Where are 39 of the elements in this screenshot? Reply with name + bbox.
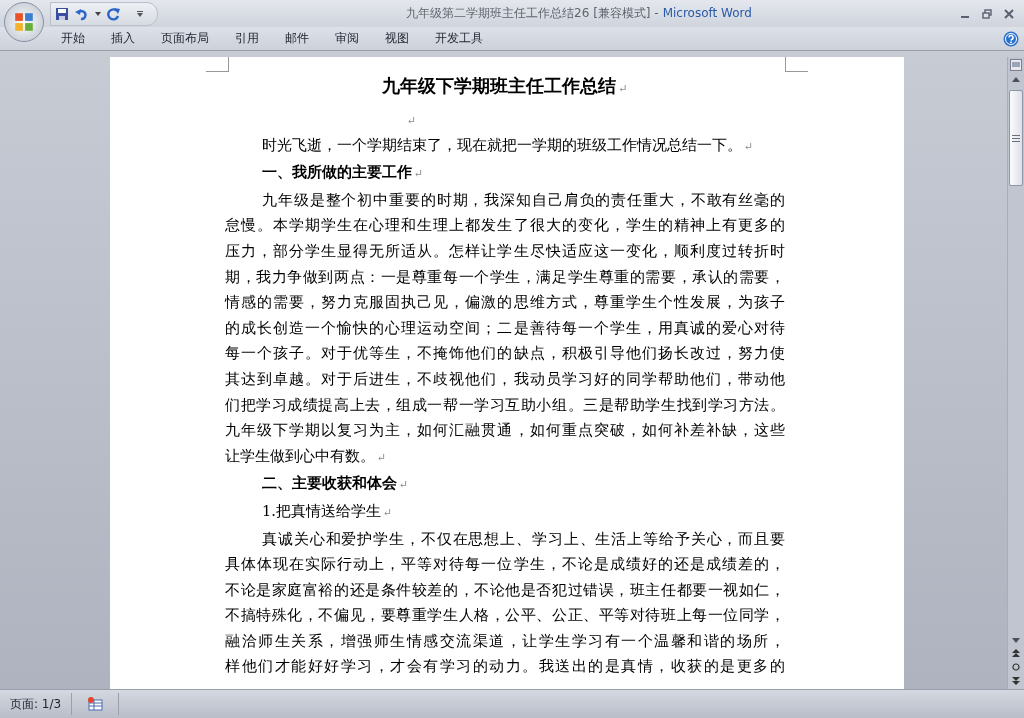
undo-icon[interactable] (75, 6, 89, 21)
ribbon-tab[interactable]: 邮件 (272, 30, 322, 47)
page-count[interactable]: 页面: 1/3 (0, 695, 72, 713)
browse-object-icon[interactable] (1012, 663, 1020, 671)
empty-line: ↵ (406, 112, 418, 129)
paragraph: 1.把真情送给学生↵ (261, 500, 394, 521)
dropdown-icon[interactable] (95, 11, 101, 16)
redo-icon[interactable] (107, 6, 121, 21)
scroll-thumb[interactable] (1009, 90, 1023, 186)
ribbon-tab[interactable]: 页面布局 (148, 30, 222, 47)
scroll-down-icon[interactable] (1012, 638, 1020, 643)
scroll-up-icon[interactable] (1012, 77, 1020, 82)
paragraph: 时光飞逝，一个学期结束了，现在就把一学期的班级工作情况总结一下。↵ (261, 134, 755, 155)
ribbon-tab[interactable]: 开发工具 (422, 30, 496, 47)
office-logo-icon (13, 11, 35, 33)
macro-icon[interactable] (87, 697, 104, 711)
paragraph: 九年级是整个初中重要的时期，我深知自己肩负的责任重大，不敢有丝毫的 怠慢。本学期学生在心理和生理上都发生了很大的变化，学生的精神上有更多的 压力，部分学生显得无所适从。怎样让学生尽快适应这一变化，顺利度过转折时 期，我力争做到两点：一是尊重每一个学生，满足学生尊重的需要，承认的需要， 情感的需要，努力克服固执己见，偏激的思维方式，尊重学生个性发展，为孩子 的成长创造一个愉快的心理运动空间；二是善待每一个学生，用真诚的爱心对待 每一个孩子。对于优等生，不掩饰他们的缺点，积极引导他们扬长改过，努力使 其达到卓越。对于后进生，不歧视他们，我动员学习好的同学帮助他们，带动他 们把学习成绩提高上去，组成一帮一学习互助小组。三是帮助学生找到学习方法。 九年级下学期以复习为主，如何汇融贯通，如何重点突破，如何补差补缺，这些 让学生做到心中有数。↵ (225, 189, 785, 466)
ribbon-tab[interactable]: 开始 (48, 30, 98, 47)
section-heading: 一、我所做的主要工作↵ (261, 162, 425, 183)
close-icon[interactable] (1004, 8, 1014, 19)
restore-icon[interactable] (982, 8, 992, 19)
ruler-toggle-icon[interactable] (1010, 59, 1022, 71)
ribbon-tab[interactable]: 引用 (222, 30, 272, 47)
margin-corner-mark (206, 57, 229, 72)
ribbon-tab[interactable]: 审阅 (322, 30, 372, 47)
ribbon-tab[interactable]: 插入 (98, 30, 148, 47)
customize-icon[interactable] (137, 10, 143, 17)
previous-page-icon[interactable] (1012, 649, 1020, 657)
document-title: 九年级下学期班主任工作总结↵ (381, 74, 629, 98)
app-name: Microsoft Word (662, 6, 752, 20)
next-page-icon[interactable] (1012, 677, 1020, 685)
save-icon[interactable] (55, 6, 69, 21)
margin-corner-mark (785, 57, 808, 72)
section-heading: 二、主要收获和体会↵ (261, 473, 410, 494)
window-title: 九年级第二学期班主任工作总结26 [兼容模式] - (406, 6, 659, 20)
office-button[interactable] (4, 2, 44, 42)
ribbon-tab[interactable]: 视图 (372, 30, 422, 47)
help-icon[interactable] (1003, 30, 1019, 47)
paragraph: 真诚关心和爱护学生，不仅在思想上、学习上、生活上等给予关心，而且要 具体体现在实际行动上，平等对待每一位学生，不论是成绩好的还是成绩差的， 不论是家庭富裕的还是条件较差的，不论他是否犯过错误，班主任都要一视如仁， 不搞特殊化，不偏见，要尊重学生人格，公平、公正、平等对待班上每一位同学， 融洽师生关系，增强师生情感交流渠道，让学生学习有一个温馨和谐的场所， 样他们才能好好学习，才会有学习的动力。我送出的是真情，收获的是更多的 (225, 528, 785, 677)
